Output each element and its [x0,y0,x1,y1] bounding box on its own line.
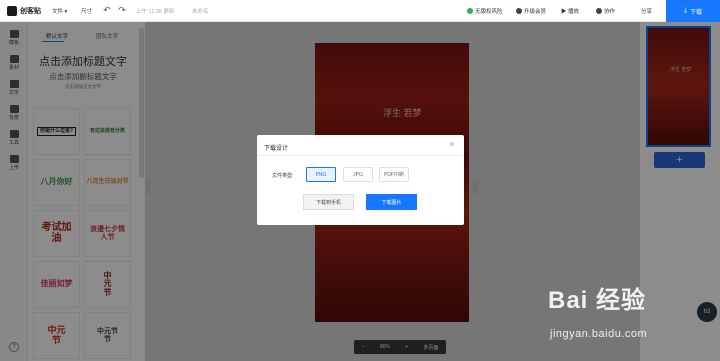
file-menu[interactable]: 文件 ▾ [52,7,67,15]
watermark: Bai 经验 jingyan.baidu.com [548,280,718,350]
crown-icon [516,8,522,14]
no-copyright-badge[interactable]: 无版权风险 [467,7,503,15]
format-pdf-option[interactable]: PDF印刷 [379,167,409,182]
upgrade-vip-button[interactable]: 升级会员 [516,7,546,15]
check-icon [467,8,473,14]
size-menu[interactable]: 尺寸 [81,7,92,15]
watermark-url: jingyan.baidu.com [550,328,648,340]
top-bar: 创客贴 文件 ▾ 尺寸 ↶ ↷ 上午 11:38 更新 未命名 无版权风险 升级… [0,0,720,22]
download-button[interactable]: ⤓ 下载 [666,0,720,22]
redo-icon[interactable]: ↷ [117,5,127,15]
file-type-label: 文件类型: [272,173,294,179]
collaborate-button[interactable]: 协作 [596,7,615,15]
logo-text: 创客贴 [20,8,41,15]
download-dialog: 下载设计 × 文件类型: PNG JPG PDF印刷 下载到手机 下载图片 [257,135,464,225]
download-to-phone-button[interactable]: 下载到手机 [303,194,354,210]
share-button[interactable]: 分享 [641,7,652,15]
play-button[interactable]: ▶ 播放 [561,7,579,15]
undo-icon[interactable]: ↶ [102,5,112,15]
format-jpg-option[interactable]: JPG [343,167,373,182]
format-png-option[interactable]: PNG [306,167,336,182]
close-icon[interactable]: × [449,139,454,149]
save-status: 上午 11:38 更新 [136,9,175,15]
user-icon [596,8,602,14]
download-image-button[interactable]: 下载图片 [366,194,417,210]
dialog-title: 下载设计 [264,146,289,152]
logo-mark-icon [7,6,17,16]
design-title[interactable]: 未命名 [192,7,209,15]
download-icon: ⤓ [683,7,688,14]
play-icon: ▶ [561,9,569,15]
dialog-divider [257,155,464,156]
watermark-brand: Bai 经验 [548,287,647,314]
